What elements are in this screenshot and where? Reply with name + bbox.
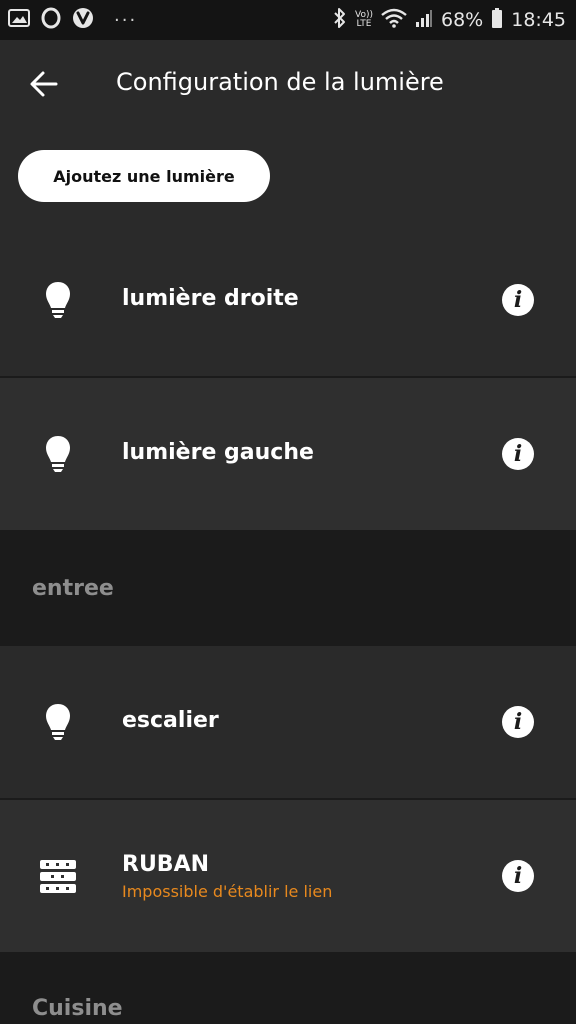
light-row-escalier[interactable]: escalier i <box>0 646 576 798</box>
bulb-icon <box>36 432 80 476</box>
add-light-area: Ajoutez une lumière <box>0 128 576 224</box>
screen: ··· Vo)) LTE 68% 18:45 Configuration de … <box>0 0 576 1024</box>
volte-indicator: Vo)) LTE <box>355 11 373 29</box>
more-notifications-dots: ··· <box>114 9 138 31</box>
section-title: entree <box>32 576 114 601</box>
battery-icon <box>491 7 503 33</box>
info-button[interactable]: i <box>502 706 534 738</box>
arrow-left-icon <box>30 71 58 97</box>
light-name: escalier <box>122 708 219 733</box>
add-light-button[interactable]: Ajoutez une lumière <box>18 150 270 202</box>
bulb-icon <box>36 278 80 322</box>
opera-icon <box>40 7 62 33</box>
info-button[interactable]: i <box>502 284 534 316</box>
vivaldi-icon <box>72 7 94 33</box>
info-icon: i <box>513 863 523 889</box>
section-title: Cuisine <box>32 996 123 1021</box>
info-icon: i <box>513 441 523 467</box>
light-row-lumiere-droite[interactable]: lumière droite i <box>0 224 576 376</box>
section-header-entree: entree <box>0 530 576 646</box>
status-bar-notifications: ··· <box>8 0 137 40</box>
info-icon: i <box>513 287 523 313</box>
clock: 18:45 <box>511 9 566 31</box>
light-name: lumière droite <box>122 286 299 311</box>
back-button[interactable] <box>22 62 66 106</box>
light-name: RUBAN <box>122 852 210 877</box>
page-title: Configuration de la lumière <box>116 68 444 96</box>
bluetooth-icon <box>333 7 347 33</box>
status-bar: ··· Vo)) LTE 68% 18:45 <box>0 0 576 40</box>
light-row-lumiere-gauche[interactable]: lumière gauche i <box>0 378 576 530</box>
light-status-error: Impossible d'établir le lien <box>122 882 333 901</box>
bulb-icon <box>36 700 80 744</box>
gallery-icon <box>8 8 30 32</box>
info-button[interactable]: i <box>502 860 534 892</box>
app-bar: Configuration de la lumière <box>0 40 576 128</box>
lte-label: LTE <box>356 19 372 29</box>
wifi-icon <box>381 8 407 32</box>
battery-percent: 68% <box>441 9 484 31</box>
info-button[interactable]: i <box>502 438 534 470</box>
status-bar-system: Vo)) LTE 68% 18:45 <box>333 0 566 40</box>
light-name: lumière gauche <box>122 440 314 465</box>
info-icon: i <box>513 709 523 735</box>
light-row-ruban[interactable]: RUBAN Impossible d'établir le lien i <box>0 800 576 952</box>
section-header-cuisine: Cuisine <box>0 954 576 1024</box>
signal-icon <box>415 8 433 32</box>
lightstrip-icon <box>36 854 80 898</box>
